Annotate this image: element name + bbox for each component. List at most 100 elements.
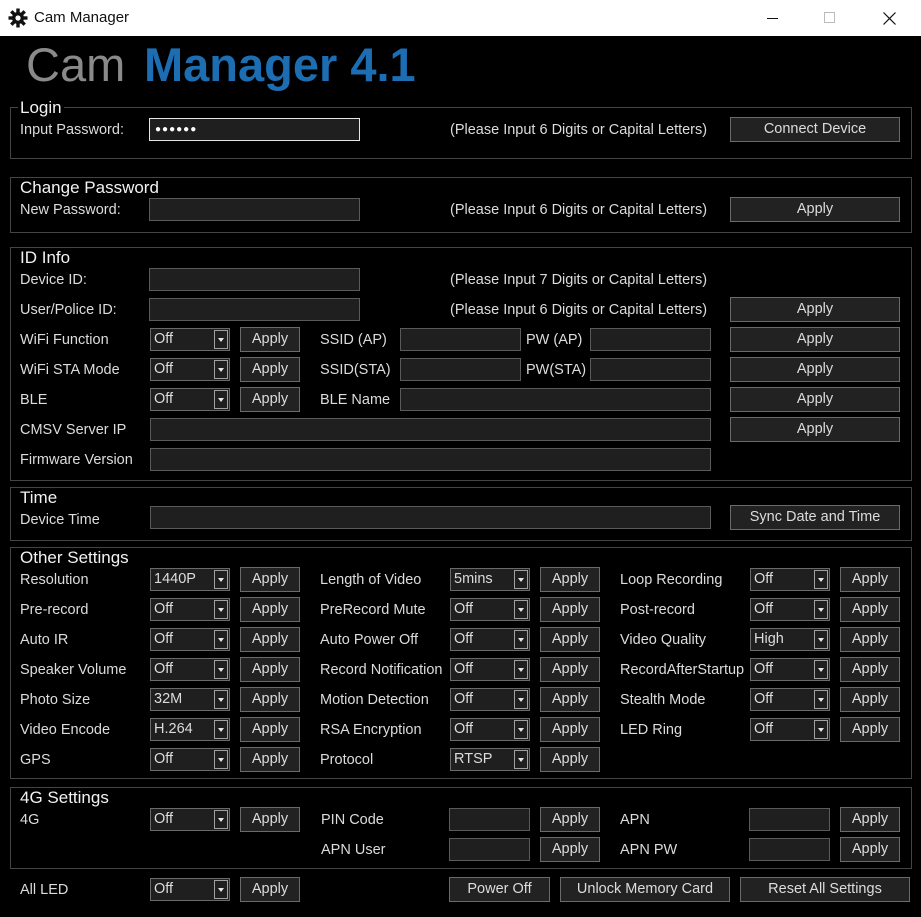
device-id-input[interactable] xyxy=(149,268,360,291)
auto-power-off-label: Auto Power Off xyxy=(320,632,419,648)
app-banner: Cam Manager 4.1 xyxy=(0,36,921,96)
video-quality-select[interactable]: High xyxy=(750,628,830,651)
device-id-hint: (Please Input 7 Digits or Capital Letter… xyxy=(450,272,708,288)
reset-all-settings-button[interactable]: Reset All Settings xyxy=(740,877,910,902)
pre-record-apply-button[interactable]: Apply xyxy=(240,597,300,622)
close-button[interactable] xyxy=(866,0,912,36)
apn-label: APN xyxy=(620,812,650,828)
resolution-apply-button[interactable]: Apply xyxy=(240,567,300,592)
maximize-button[interactable] xyxy=(807,0,853,36)
apn-user-input[interactable] xyxy=(449,838,530,861)
chevron-down-icon xyxy=(214,570,228,589)
video-encode-select[interactable]: H.264 xyxy=(150,718,230,741)
apn-user-apply-button[interactable]: Apply xyxy=(540,837,600,862)
4g-select[interactable]: Off xyxy=(150,808,230,831)
rsa-encryption-apply-button[interactable]: Apply xyxy=(540,717,600,742)
chevron-down-icon xyxy=(514,630,528,649)
pin-code-apply-button[interactable]: Apply xyxy=(540,807,600,832)
photo-size-apply-button[interactable]: Apply xyxy=(240,687,300,712)
record-notification-apply-button[interactable]: Apply xyxy=(540,657,600,682)
apn-input[interactable] xyxy=(749,808,830,831)
speaker-volume-apply-button[interactable]: Apply xyxy=(240,657,300,682)
pw-sta-input[interactable] xyxy=(590,358,711,381)
chevron-down-icon xyxy=(514,720,528,739)
speaker-volume-select[interactable]: Off xyxy=(150,658,230,681)
post-record-apply-button[interactable]: Apply xyxy=(840,597,900,622)
ssid-ap-input[interactable] xyxy=(400,328,521,351)
wifi-sta-select[interactable]: Off xyxy=(150,358,230,381)
loop-recording-select[interactable]: Off xyxy=(750,568,830,591)
loop-recording-apply-button[interactable]: Apply xyxy=(840,567,900,592)
ble-label: BLE xyxy=(20,392,48,408)
ble-name-label: BLE Name xyxy=(320,392,391,408)
wifi-sta-credentials-apply-button[interactable]: Apply xyxy=(730,357,900,382)
photo-size-select[interactable]: 32M xyxy=(150,688,230,711)
ble-name-apply-button[interactable]: Apply xyxy=(730,387,900,412)
gps-label: GPS xyxy=(20,752,51,768)
all-led-select[interactable]: Off xyxy=(150,878,230,901)
ssid-sta-input[interactable] xyxy=(400,358,521,381)
prerecord-mute-select[interactable]: Off xyxy=(450,598,530,621)
wifi-sta-apply-button[interactable]: Apply xyxy=(240,357,300,382)
pre-record-select[interactable]: Off xyxy=(150,598,230,621)
auto-power-off-select[interactable]: Off xyxy=(450,628,530,651)
time-title: Time xyxy=(18,488,60,508)
recordafterstartup-apply-button[interactable]: Apply xyxy=(840,657,900,682)
4g-apply-button[interactable]: Apply xyxy=(240,807,300,832)
stealth-mode-label: Stealth Mode xyxy=(620,692,706,708)
new-password-input[interactable] xyxy=(149,198,360,221)
chevron-down-icon xyxy=(214,810,228,829)
resolution-select[interactable]: 1440P xyxy=(150,568,230,591)
led-ring-apply-button[interactable]: Apply xyxy=(840,717,900,742)
change-password-apply-button[interactable]: Apply xyxy=(730,197,900,222)
pin-code-input[interactable] xyxy=(449,808,530,831)
motion-detection-apply-button[interactable]: Apply xyxy=(540,687,600,712)
ble-select[interactable]: Off xyxy=(150,388,230,411)
cmsv-label: CMSV Server IP xyxy=(20,422,127,438)
password-input[interactable]: ●●●●●● xyxy=(149,118,360,141)
apn-pw-apply-button[interactable]: Apply xyxy=(840,837,900,862)
ble-apply-button[interactable]: Apply xyxy=(240,387,300,412)
wifi-function-apply-button[interactable]: Apply xyxy=(240,327,300,352)
stealth-mode-select[interactable]: Off xyxy=(750,688,830,711)
length-of-video-select[interactable]: 5mins xyxy=(450,568,530,591)
ble-name-input[interactable] xyxy=(400,388,711,411)
chevron-down-icon xyxy=(514,750,528,769)
recordafterstartup-select[interactable]: Off xyxy=(750,658,830,681)
unlock-memory-card-button[interactable]: Unlock Memory Card xyxy=(560,877,730,902)
minimize-button[interactable] xyxy=(750,0,796,36)
length-of-video-apply-button[interactable]: Apply xyxy=(540,567,600,592)
cmsv-apply-button[interactable]: Apply xyxy=(730,417,900,442)
pw-ap-input[interactable] xyxy=(590,328,711,351)
wifi-function-select[interactable]: Off xyxy=(150,328,230,351)
auto-ir-apply-button[interactable]: Apply xyxy=(240,627,300,652)
id-apply-button[interactable]: Apply xyxy=(730,297,900,322)
connect-device-button[interactable]: Connect Device xyxy=(730,117,900,142)
video-quality-apply-button[interactable]: Apply xyxy=(840,627,900,652)
record-notification-select[interactable]: Off xyxy=(450,658,530,681)
protocol-select[interactable]: RTSP xyxy=(450,748,530,771)
user-id-input[interactable] xyxy=(149,298,360,321)
post-record-select[interactable]: Off xyxy=(750,598,830,621)
all-led-apply-button[interactable]: Apply xyxy=(240,877,300,902)
apn-pw-input[interactable] xyxy=(749,838,830,861)
4g-label: 4G xyxy=(20,812,40,828)
apn-apply-button[interactable]: Apply xyxy=(840,807,900,832)
auto-ir-select[interactable]: Off xyxy=(150,628,230,651)
prerecord-mute-apply-button[interactable]: Apply xyxy=(540,597,600,622)
protocol-apply-button[interactable]: Apply xyxy=(540,747,600,772)
power-off-button[interactable]: Power Off xyxy=(449,877,550,902)
wifi-ap-apply-button[interactable]: Apply xyxy=(730,327,900,352)
gps-apply-button[interactable]: Apply xyxy=(240,747,300,772)
cmsv-server-ip-input[interactable] xyxy=(150,418,711,441)
chevron-down-icon xyxy=(214,330,228,349)
user-id-hint: (Please Input 6 Digits or Capital Letter… xyxy=(450,302,708,318)
video-encode-apply-button[interactable]: Apply xyxy=(240,717,300,742)
gps-select[interactable]: Off xyxy=(150,748,230,771)
sync-date-time-button[interactable]: Sync Date and Time xyxy=(730,505,900,530)
rsa-encryption-select[interactable]: Off xyxy=(450,718,530,741)
stealth-mode-apply-button[interactable]: Apply xyxy=(840,687,900,712)
auto-power-off-apply-button[interactable]: Apply xyxy=(540,627,600,652)
led-ring-select[interactable]: Off xyxy=(750,718,830,741)
motion-detection-select[interactable]: Off xyxy=(450,688,530,711)
